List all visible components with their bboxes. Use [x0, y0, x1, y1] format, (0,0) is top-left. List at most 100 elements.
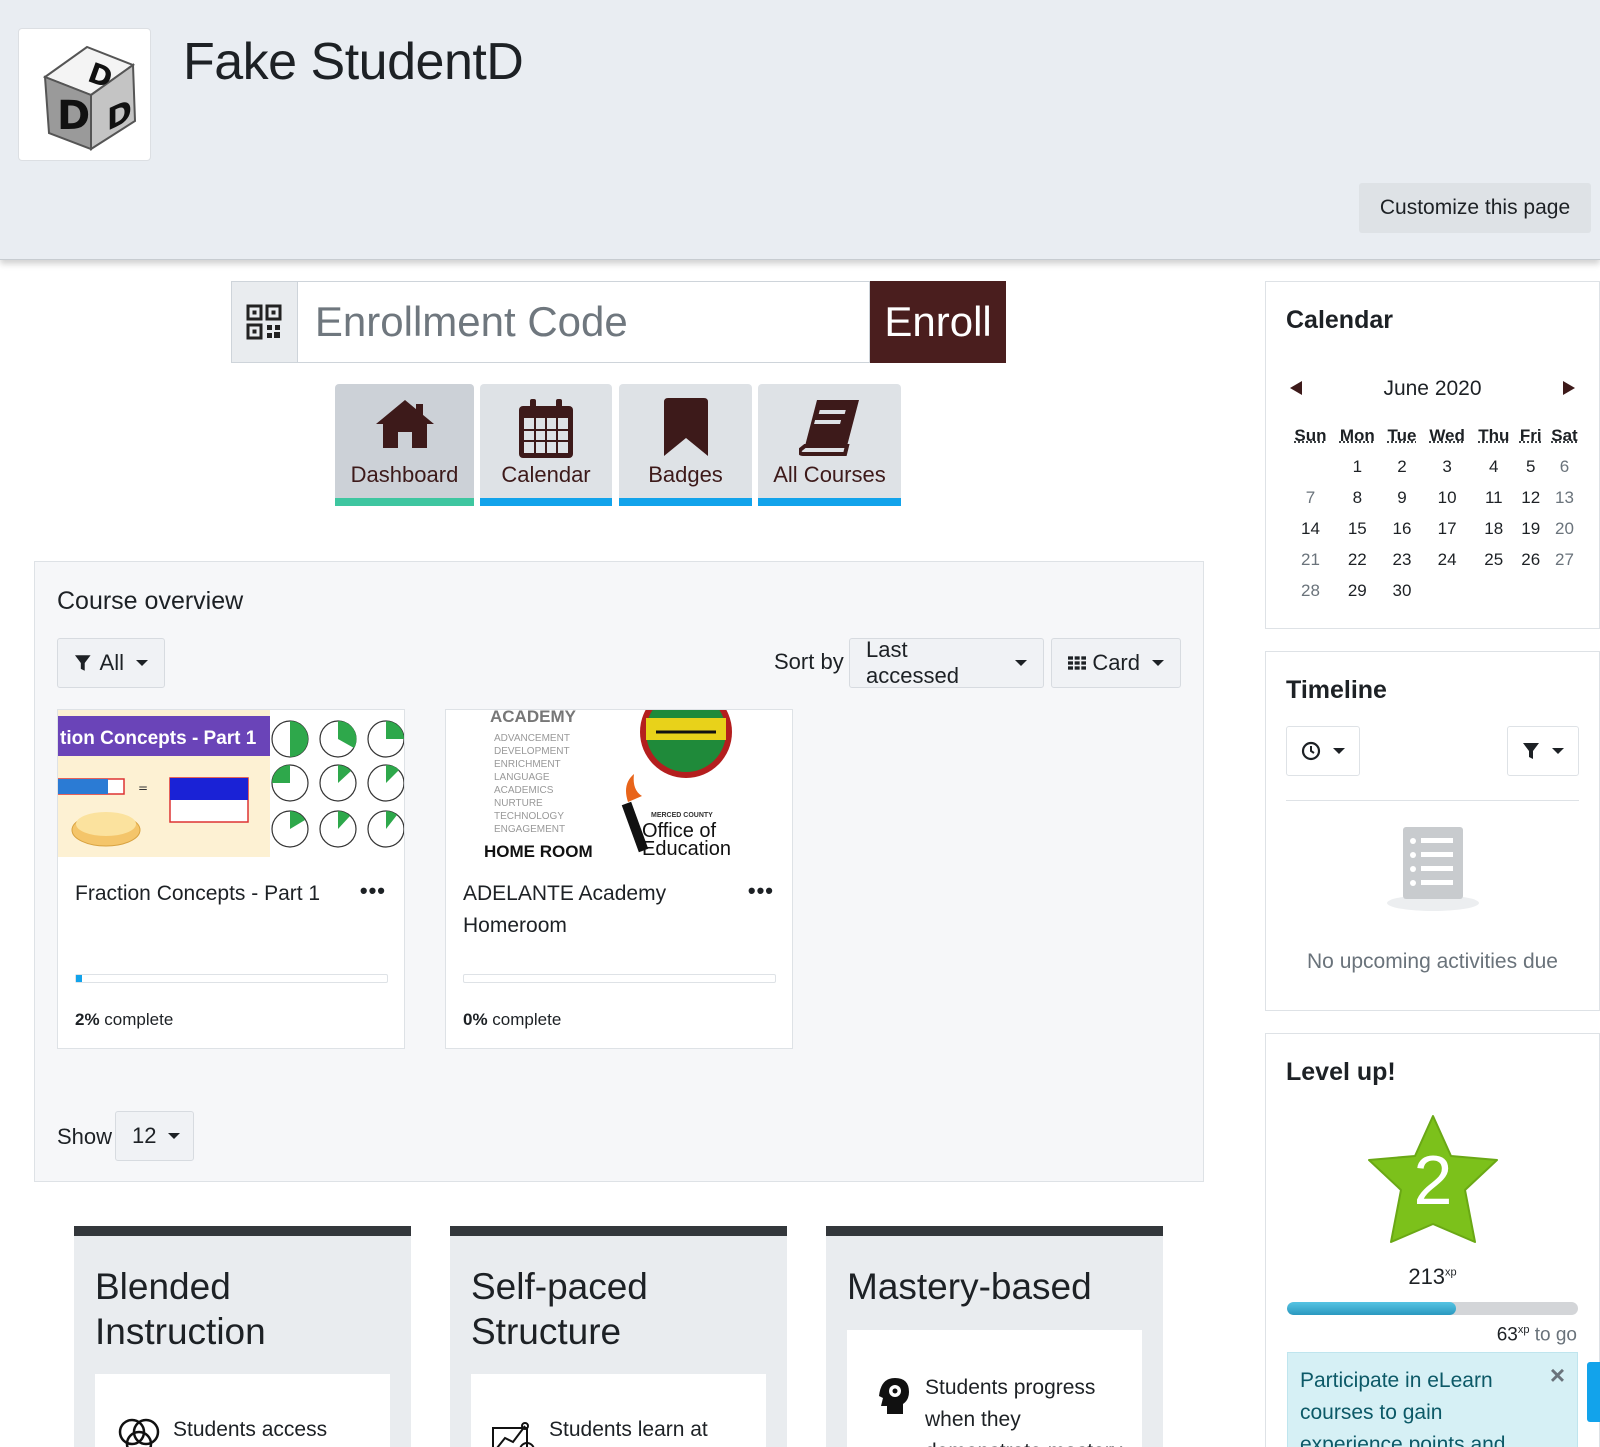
- calendar-day[interactable]: 20: [1546, 513, 1583, 544]
- calendar-day[interactable]: 15: [1333, 513, 1382, 544]
- calendar-day[interactable]: 29: [1333, 575, 1382, 606]
- filter-icon: [74, 654, 92, 672]
- calendar-month-nav: June 2020: [1286, 377, 1579, 407]
- svg-text:tion Concepts - Part 1: tion Concepts - Part 1: [60, 728, 257, 749]
- more-actions-icon[interactable]: •••: [748, 878, 774, 904]
- feature-title: Self-paced Structure: [471, 1264, 771, 1354]
- calendar-day[interactable]: [1422, 575, 1472, 606]
- paging-label: Show: [57, 1124, 112, 1150]
- calendar-day[interactable]: 16: [1382, 513, 1423, 544]
- calendar-day[interactable]: 28: [1288, 575, 1333, 606]
- level-number: 2: [1363, 1140, 1503, 1220]
- svg-text:ENRICHMENT: ENRICHMENT: [494, 759, 561, 770]
- chart-icon: [491, 1416, 539, 1447]
- paging-dropdown[interactable]: 12: [115, 1111, 194, 1161]
- level-up-notice: Participate in eLearn courses to gain ex…: [1287, 1352, 1578, 1447]
- calendar-icon: [480, 398, 612, 460]
- filter-icon: [1522, 742, 1540, 760]
- calendar-day[interactable]: 22: [1333, 544, 1382, 575]
- course-name[interactable]: Fraction Concepts - Part 1: [75, 878, 345, 910]
- sort-dropdown[interactable]: Last accessed: [849, 638, 1044, 688]
- xp-progress-bar: [1287, 1302, 1578, 1315]
- nav-tile-badges[interactable]: Badges: [619, 384, 752, 506]
- chevron-down-icon: [1152, 660, 1164, 666]
- home-icon: [335, 398, 474, 460]
- svg-text:TECHNOLOGY: TECHNOLOGY: [494, 811, 564, 822]
- nav-tile-calendar[interactable]: Calendar: [480, 384, 612, 506]
- calendar-day[interactable]: 1: [1333, 451, 1382, 482]
- calendar-day[interactable]: 9: [1382, 482, 1423, 513]
- level-up-block: Level up! 2 213xp 63xp to go Participate…: [1265, 1033, 1600, 1447]
- calendar-day[interactable]: 23: [1382, 544, 1423, 575]
- book-icon: [758, 398, 901, 460]
- nav-tile-all-courses[interactable]: All Courses: [758, 384, 901, 506]
- course-name[interactable]: ADELANTE Academy Homeroom: [463, 878, 733, 942]
- bookmark-icon: [619, 398, 752, 460]
- qrcode-icon[interactable]: [231, 281, 298, 363]
- calendar-day[interactable]: 27: [1546, 544, 1583, 575]
- filter-dropdown[interactable]: All: [57, 638, 165, 688]
- course-image[interactable]: ACADEMY ADVANCEMENT DEVELOPMENT ENRICHME…: [446, 710, 792, 857]
- calendar-day[interactable]: [1472, 575, 1516, 606]
- venn-icon: [115, 1416, 163, 1447]
- calendar-day[interactable]: 11: [1472, 482, 1516, 513]
- calendar-day[interactable]: 2: [1382, 451, 1423, 482]
- course-card[interactable]: tion Concepts - Part 1 = Fraction Concep…: [57, 709, 405, 1049]
- enroll-button[interactable]: Enroll: [870, 281, 1006, 363]
- calendar-day[interactable]: 5: [1516, 451, 1546, 482]
- calendar-grid: Sun Mon Tue Wed Thu Fri Sat 1 2 3 4 5 6 …: [1288, 421, 1583, 606]
- chevron-down-icon: [1552, 748, 1564, 754]
- course-progress-text: 0% complete: [463, 1010, 561, 1030]
- close-icon[interactable]: ×: [1550, 1359, 1565, 1391]
- calendar-day[interactable]: 10: [1422, 482, 1472, 513]
- calendar-day[interactable]: 30: [1382, 575, 1423, 606]
- level-badge: 2: [1363, 1112, 1503, 1252]
- calendar-day[interactable]: [1546, 575, 1583, 606]
- course-card[interactable]: ACADEMY ADVANCEMENT DEVELOPMENT ENRICHME…: [445, 709, 793, 1049]
- scroll-to-top-tab[interactable]: [1587, 1362, 1600, 1422]
- course-image[interactable]: tion Concepts - Part 1 =: [58, 710, 404, 857]
- nav-tile-label: Calendar: [480, 462, 612, 488]
- svg-text:ADVANCEMENT: ADVANCEMENT: [494, 733, 570, 744]
- nav-tile-dashboard[interactable]: Dashboard: [335, 384, 474, 506]
- course-progress-fill: [76, 975, 82, 982]
- weekday-label: Sun: [1288, 421, 1333, 451]
- course-progress-bar: [463, 974, 776, 983]
- calendar-day[interactable]: 26: [1516, 544, 1546, 575]
- calendar-day[interactable]: 17: [1422, 513, 1472, 544]
- calendar-day[interactable]: 6: [1546, 451, 1583, 482]
- calendar-day[interactable]: [1288, 451, 1333, 482]
- customize-page-button[interactable]: Customize this page: [1359, 183, 1591, 233]
- feature-card-mastery: Mastery-based Students progress when the…: [826, 1226, 1163, 1447]
- calendar-day[interactable]: 12: [1516, 482, 1546, 513]
- calendar-day[interactable]: 4: [1472, 451, 1516, 482]
- calendar-day[interactable]: 7: [1288, 482, 1333, 513]
- calendar-week-row: 28 29 30: [1288, 575, 1583, 606]
- chevron-down-icon: [168, 1133, 180, 1139]
- view-dropdown[interactable]: Card: [1051, 638, 1181, 688]
- dice-logo-icon: D D D: [19, 29, 152, 162]
- calendar-day[interactable]: 13: [1546, 482, 1583, 513]
- avatar[interactable]: D D D: [18, 28, 151, 161]
- feature-title: Blended Instruction: [95, 1264, 395, 1354]
- svg-text:Education: Education: [642, 838, 731, 857]
- calendar-day[interactable]: 8: [1333, 482, 1382, 513]
- calendar-day[interactable]: 24: [1422, 544, 1472, 575]
- calendar-day[interactable]: 14: [1288, 513, 1333, 544]
- calendar-day[interactable]: [1516, 575, 1546, 606]
- timeline-sort-filter[interactable]: [1507, 726, 1579, 776]
- sort-label: Sort by: [774, 649, 844, 675]
- calendar-day[interactable]: 21: [1288, 544, 1333, 575]
- enrollment-code-input[interactable]: [298, 281, 870, 363]
- next-month-icon[interactable]: [1563, 381, 1575, 395]
- timeline-date-filter[interactable]: [1286, 726, 1360, 776]
- calendar-day[interactable]: 18: [1472, 513, 1516, 544]
- calendar-day[interactable]: 3: [1422, 451, 1472, 482]
- more-actions-icon[interactable]: •••: [360, 878, 386, 904]
- previous-month-icon[interactable]: [1290, 381, 1302, 395]
- svg-text:DEVELOPMENT: DEVELOPMENT: [494, 746, 570, 757]
- calendar-day[interactable]: 25: [1472, 544, 1516, 575]
- feature-description: Students learn at: [471, 1374, 766, 1447]
- calendar-day[interactable]: 19: [1516, 513, 1546, 544]
- svg-text:ACADEMY: ACADEMY: [490, 710, 577, 726]
